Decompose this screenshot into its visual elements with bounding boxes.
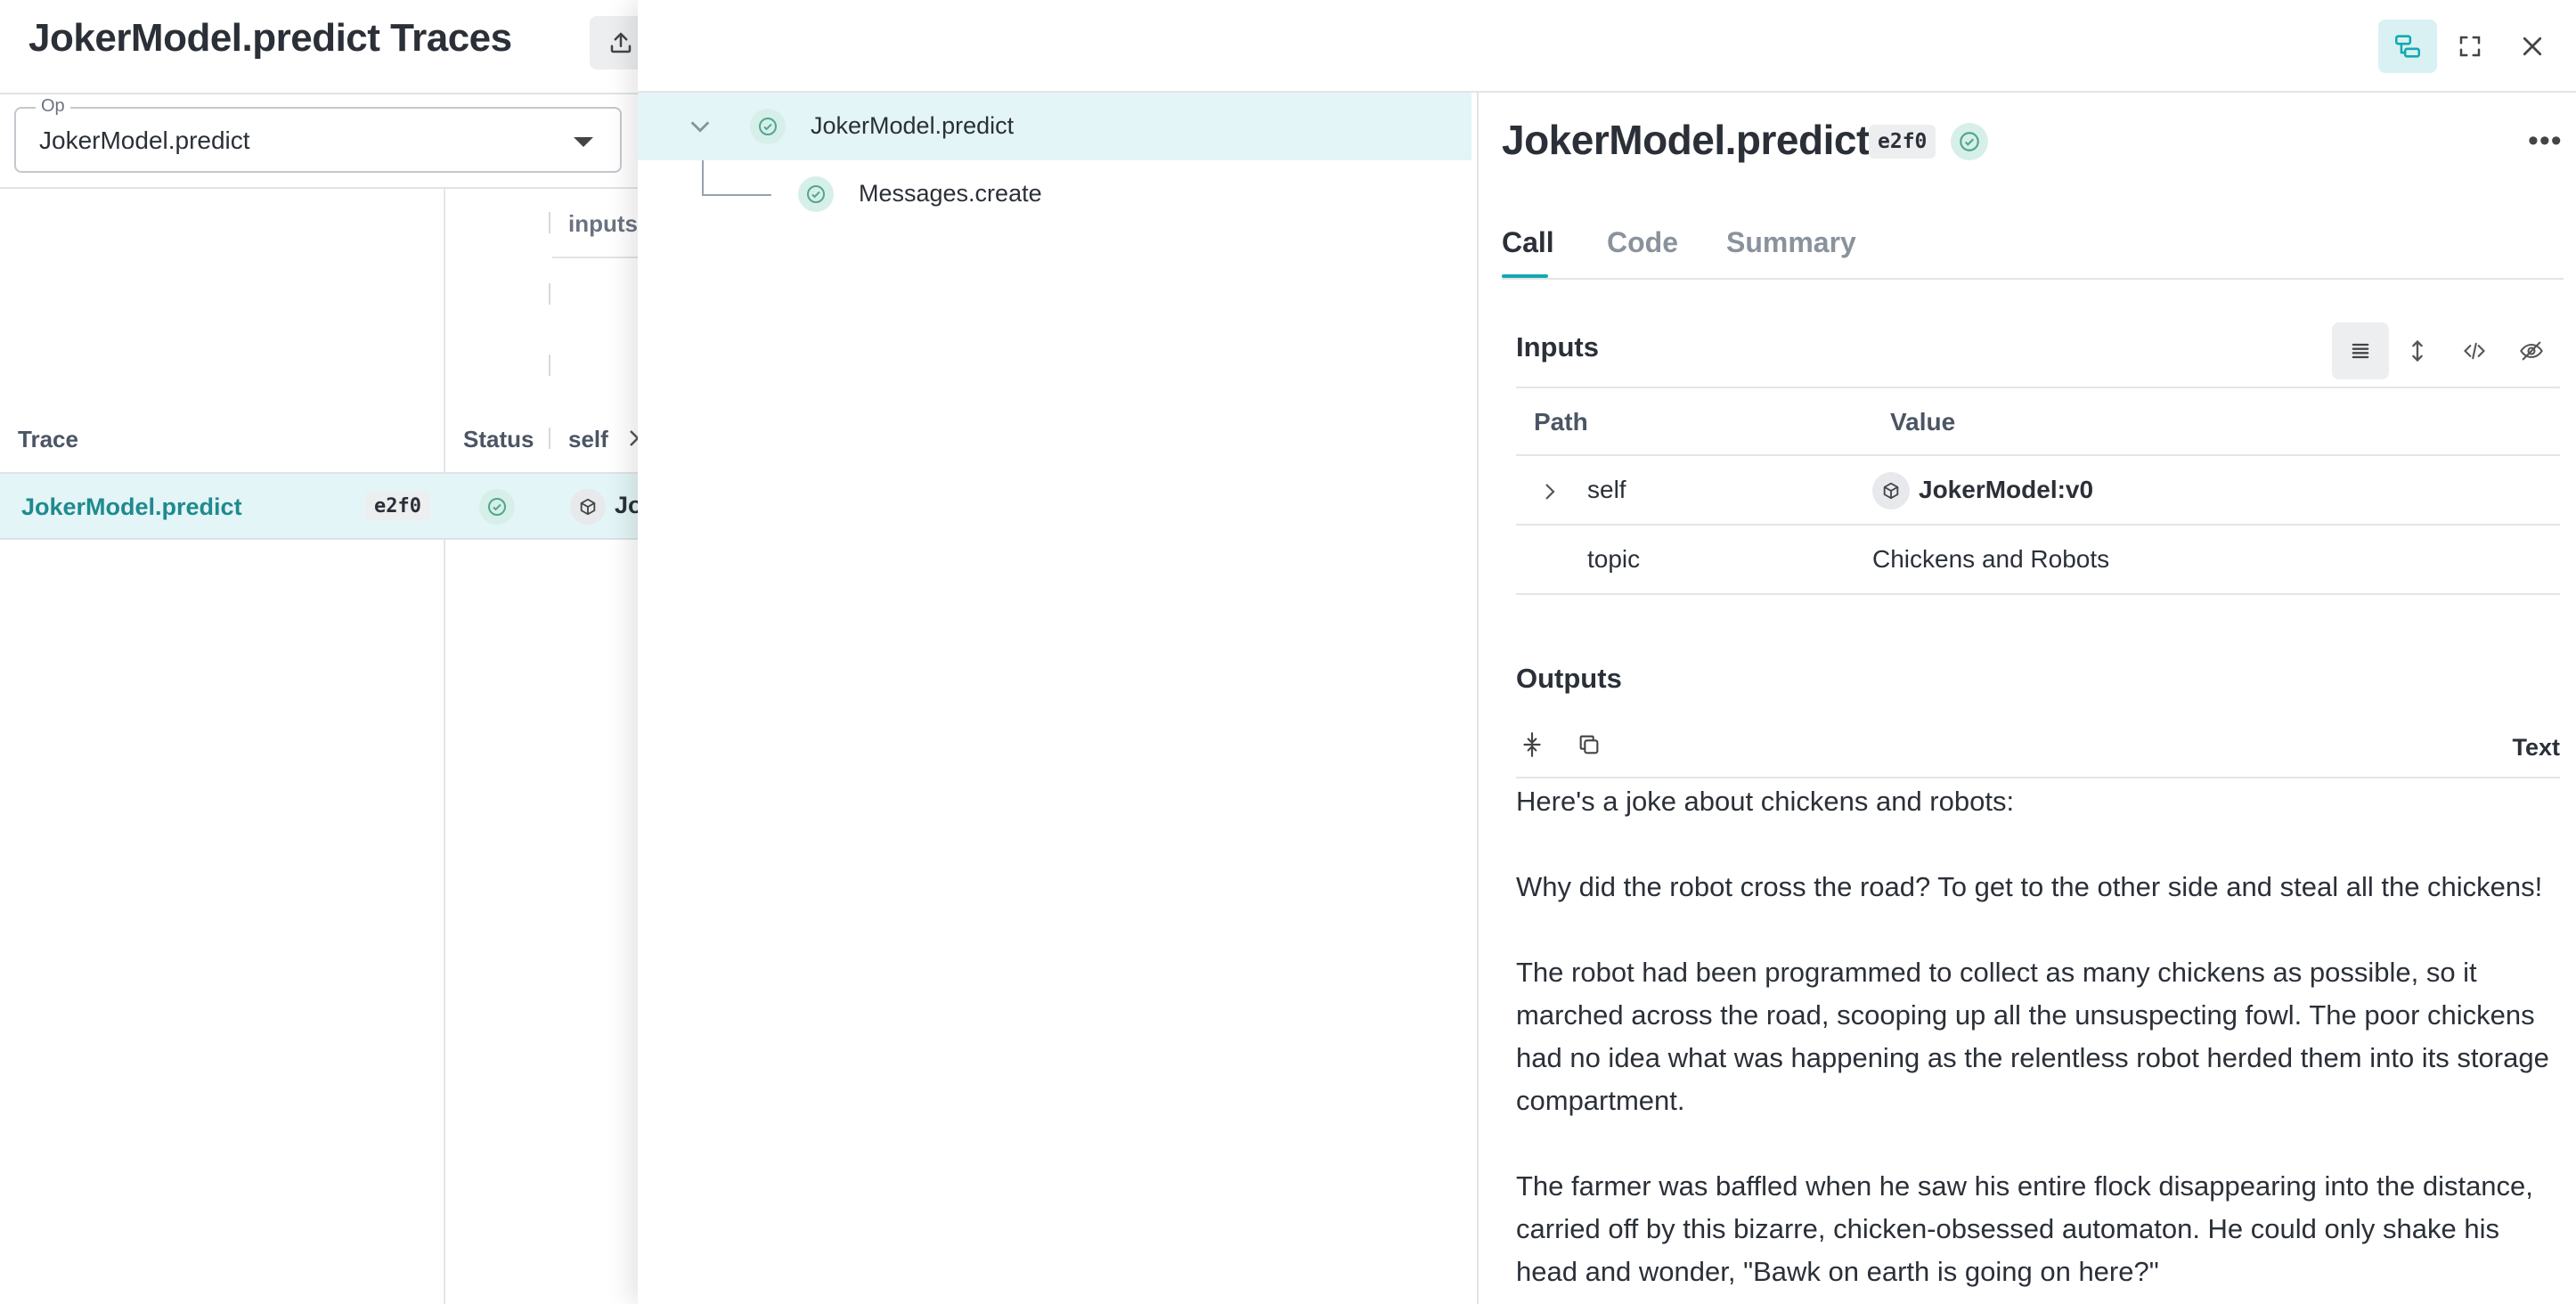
- status-success-icon: [750, 109, 786, 144]
- more-options-icon[interactable]: •••: [2528, 126, 2563, 156]
- code-icon: [2464, 342, 2485, 360]
- op-select-value: JokerModel.predict: [39, 126, 250, 154]
- list-icon: [2352, 343, 2369, 359]
- active-tab-indicator: [1502, 274, 1548, 278]
- status-success-icon: [479, 489, 515, 525]
- op-select-legend: Op: [36, 96, 70, 117]
- tab-code[interactable]: Code: [1607, 226, 1678, 259]
- column-header-value: Value: [1890, 408, 1956, 436]
- caret-down-icon: [574, 137, 593, 147]
- column-group-inputs: inputs: [568, 210, 638, 237]
- call-tree: JokerModel.predict Messages.create: [638, 93, 1479, 1304]
- group-underline: [552, 257, 641, 258]
- chevron-down-icon[interactable]: [688, 116, 713, 137]
- input-value-object-link[interactable]: JokerModel:v0: [1919, 476, 2093, 504]
- toggle-tree-button[interactable]: [2378, 20, 2437, 73]
- toggle-wrap-button[interactable]: [1507, 720, 1557, 770]
- drawer-header: [638, 0, 2576, 93]
- upload-icon: [610, 32, 632, 53]
- close-drawer-button[interactable]: [2503, 20, 2562, 73]
- expand-all-button[interactable]: [2389, 322, 2446, 379]
- tree-item-jokermodel-predict[interactable]: JokerModel.predict: [638, 93, 1471, 160]
- trace-column-border: [444, 189, 445, 1304]
- outputs-heading: Outputs: [1516, 663, 1622, 694]
- input-path: topic: [1587, 545, 1641, 573]
- column-header-status[interactable]: Status: [463, 426, 534, 453]
- object-cube-icon: [1872, 472, 1910, 509]
- json-view-button[interactable]: [2446, 322, 2503, 379]
- call-hash-badge: e2f0: [1869, 125, 1936, 159]
- table-row: topic Chickens and Robots: [1516, 526, 2560, 595]
- input-value: Chickens and Robots: [1872, 545, 2110, 573]
- tab-call[interactable]: Call: [1502, 226, 1554, 259]
- page-title: JokerModel.predict Traces: [29, 16, 512, 60]
- flat-view-button[interactable]: [2332, 322, 2389, 379]
- object-cube-icon: [570, 489, 606, 525]
- eye-off-icon: [2520, 341, 2543, 361]
- copy-icon: [1579, 735, 1599, 754]
- column-separator[interactable]: [549, 428, 550, 449]
- outputs-toolbar: Text: [1516, 716, 2560, 778]
- status-success-icon: [1951, 123, 1988, 160]
- close-icon: [2523, 37, 2542, 56]
- fullscreen-icon: [2459, 36, 2481, 57]
- detail-tabs: Call Code Summary: [1502, 217, 2564, 280]
- tree-view-icon: [2394, 35, 2421, 58]
- hide-button[interactable]: [2503, 322, 2560, 379]
- output-paragraph: Here's a joke about chickens and robots:: [1516, 786, 2015, 817]
- copy-button[interactable]: [1564, 720, 1614, 770]
- output-paragraph: Why did the robot cross the road? To get…: [1516, 871, 2543, 902]
- tab-summary[interactable]: Summary: [1726, 226, 1856, 259]
- inputs-table-header: Path Value: [1516, 387, 2560, 456]
- wrap-text-icon: [1523, 732, 1541, 757]
- column-header-path: Path: [1534, 408, 1588, 436]
- column-header-self[interactable]: self: [568, 426, 608, 453]
- input-path: self: [1587, 476, 1626, 503]
- fullscreen-button[interactable]: [2441, 20, 2499, 73]
- inputs-heading: Inputs: [1516, 331, 1599, 363]
- trace-drawer: JokerModel.predict Messages.create Joker…: [638, 0, 2576, 1304]
- tree-item-messages-create[interactable]: Messages.create: [638, 160, 1471, 228]
- filter-divider: [0, 187, 641, 189]
- output-text: Here's a joke about chickens and robots:…: [1516, 780, 2558, 1304]
- column-separator[interactable]: [549, 212, 550, 233]
- trace-name-link[interactable]: JokerModel.predict: [21, 493, 242, 521]
- op-select[interactable]: Op JokerModel.predict: [14, 96, 622, 173]
- call-title: JokerModel.predict: [1502, 117, 1870, 163]
- column-separator: [549, 355, 550, 376]
- table-row[interactable]: self JokerModel:v0: [1516, 456, 2560, 526]
- status-success-icon: [798, 176, 834, 212]
- traces-page: JokerModel.predict Traces Op JokerModel.…: [0, 0, 652, 1304]
- chevron-right-icon[interactable]: [1543, 481, 1557, 502]
- output-paragraph: The robot had been programmed to collect…: [1516, 957, 2549, 1116]
- output-paragraph: The farmer was baffled when he saw his e…: [1516, 1170, 2533, 1287]
- unfold-icon: [2412, 339, 2423, 363]
- header-divider: [0, 93, 641, 94]
- column-header-trace[interactable]: Trace: [18, 426, 78, 453]
- output-format-toggle[interactable]: Text: [2512, 734, 2560, 762]
- tree-item-label: Messages.create: [859, 180, 1042, 207]
- trace-hash-badge: e2f0: [365, 492, 430, 521]
- column-separator: [549, 283, 550, 305]
- call-detail: JokerModel.predict e2f0 ••• Call Code Su…: [1480, 93, 2576, 1304]
- tree-item-label: JokerModel.predict: [811, 112, 1015, 139]
